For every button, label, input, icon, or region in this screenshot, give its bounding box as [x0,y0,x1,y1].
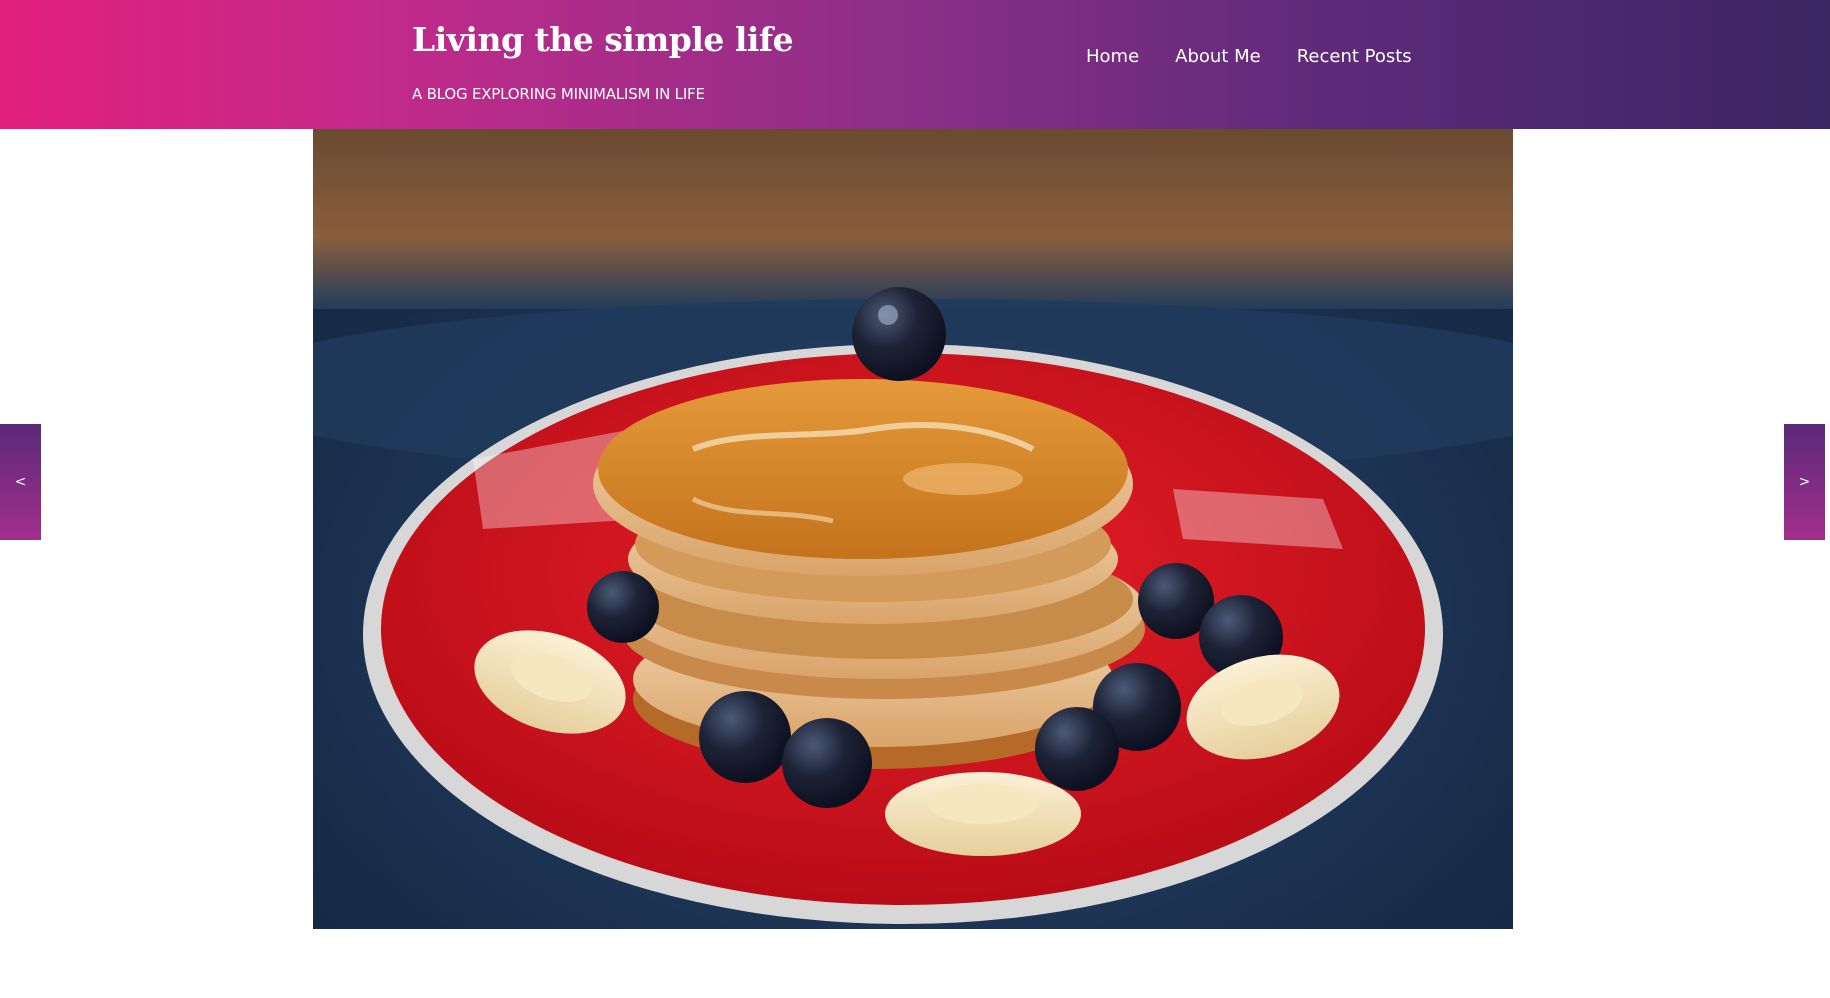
slider-prev-button[interactable]: < [0,424,41,540]
site-tagline: A BLOG EXPLORING MINIMALISM IN LIFE [412,85,705,103]
nav-item-about-me[interactable]: About Me [1175,46,1261,67]
pancake-stack-photo [313,129,1513,929]
slider-next-button[interactable]: > [1784,424,1825,540]
nav-item-recent-posts[interactable]: Recent Posts [1297,46,1412,67]
site-header: Living the simple life A BLOG EXPLORING … [0,0,1830,129]
nav-item-home[interactable]: Home [1086,46,1139,67]
hero-image [313,129,1513,929]
site-title[interactable]: Living the simple life [412,20,794,59]
main-nav: Home About Me Recent Posts [1086,46,1412,67]
